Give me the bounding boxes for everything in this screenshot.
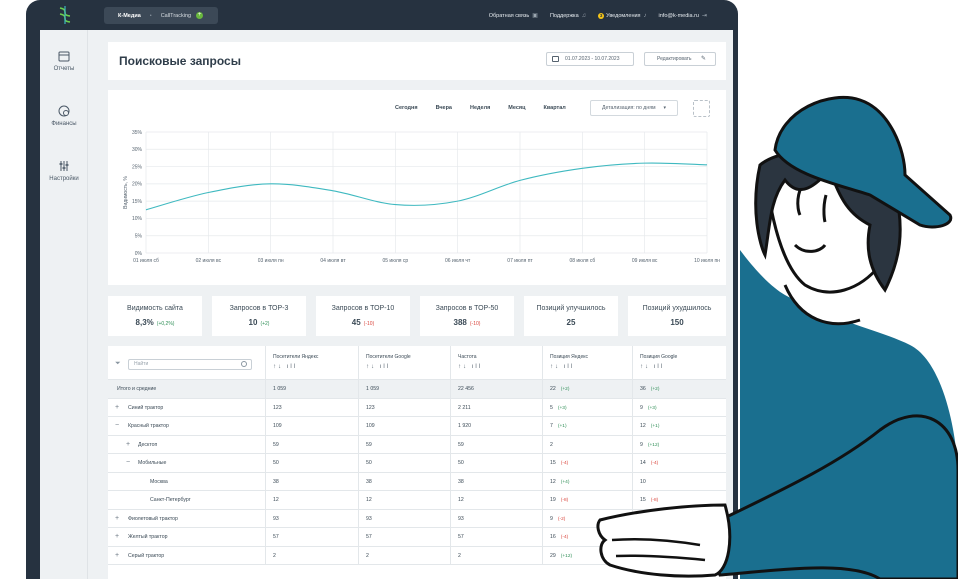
- mascot-illustration: [596, 95, 958, 579]
- page: К-Медиа • CallTracking + Обратная связь ▣…: [0, 0, 958, 579]
